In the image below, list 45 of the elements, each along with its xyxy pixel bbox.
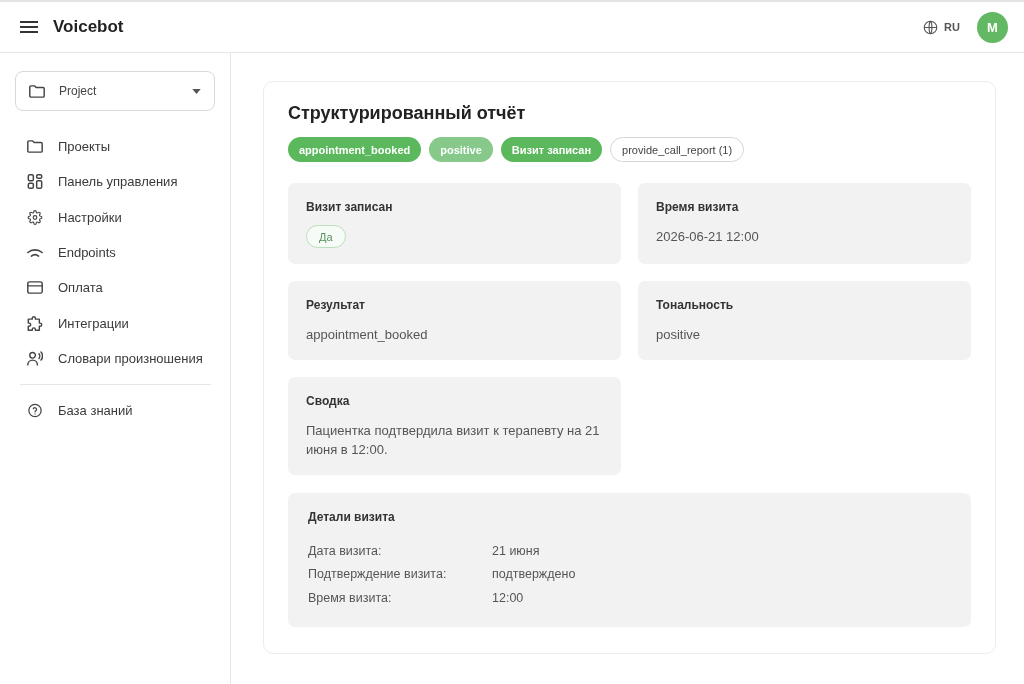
field-value: positive [656,326,701,344]
tag: Визит записан [500,137,603,162]
field-label: Время визита [656,200,739,215]
menu-button[interactable] [20,21,38,33]
folder-icon [27,139,43,155]
nav-item[interactable]: Интеграции [15,305,215,341]
person-speaking-icon [27,350,43,366]
globe-icon [923,19,939,35]
project-select[interactable]: Project [15,71,215,111]
field-label: Сводка [306,394,350,409]
nav-item[interactable]: Оплата [15,270,215,306]
nav-item[interactable]: Endpoints [15,234,215,271]
credit-card-icon [27,280,43,296]
nav-item[interactable]: Панель управления [15,164,215,200]
caret-icon [192,88,201,94]
field-value: appointment_booked [306,326,428,344]
detail-value: 12:00 [492,590,524,605]
nav-item[interactable]: База знаний [15,393,215,429]
app-title: Voicebot [53,17,124,37]
field-value: 2026-06-21 12:00 [656,228,759,246]
grid-icon [27,174,43,190]
tag: provide_call_report (1) [610,137,745,162]
nav-item[interactable]: Настройки [15,199,215,235]
details-title: Детали визита [308,510,396,525]
detail-value: 21 июня [492,543,540,558]
folder-icon [29,83,45,99]
tag: positive [429,137,493,162]
detail-value: подтверждено [492,567,576,582]
gear-icon [27,209,43,225]
detail-label: Дата визита: [308,543,383,558]
report-title: Структурированный отчёт [288,102,527,124]
puzzle-icon [27,315,43,331]
field-label: Тональность [656,298,734,313]
menu-icon [20,21,38,33]
help-icon [27,403,43,419]
field-label: Визит записан [306,200,393,215]
language-button[interactable]: RU [923,19,960,35]
detail-label: Время визита: [308,590,393,605]
detail-label: Подтверждение визита: [308,567,448,582]
nav-item[interactable]: Словари произношения [15,340,215,377]
tag: appointment_booked [288,137,422,162]
value-chip: Да [306,225,346,248]
nav-item[interactable]: Проекты [15,129,215,165]
field-label: Результат [306,298,365,313]
field-value: Пациентка подтвердила визит к терапевту на 21 июня в 12:00. [306,422,601,459]
